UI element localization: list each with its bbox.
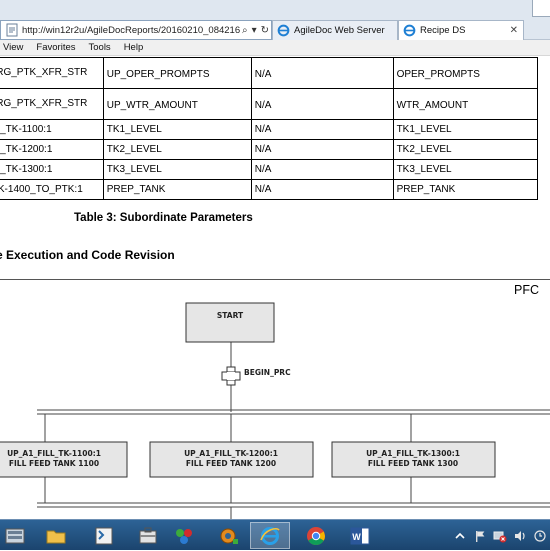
system-tray — [450, 520, 550, 551]
network-icon — [176, 528, 192, 544]
volume-icon[interactable] — [513, 529, 527, 543]
table-cell: OPER_PROMPTS — [392, 57, 539, 89]
address-text[interactable]: http://win12r2u/AgileDocReports/20160210… — [22, 25, 240, 36]
table-row: LL_TK-1200:1 TK2_LEVEL N/A TK2_LEVEL — [0, 139, 539, 160]
step-name: UP_A1_FILL_TK-1300:1 — [366, 449, 460, 458]
table-cell: LL_TK-1100:1 — [0, 119, 104, 140]
tab-recipe-ds[interactable]: Recipe DS ✕ — [398, 20, 524, 40]
browser-chrome: http://win12r2u/AgileDocReports/20160210… — [0, 0, 550, 40]
pfc-chart: START BEGIN_PRC UP_A1_FILL_TK-1100:1 FIL… — [0, 302, 550, 519]
pfc-diagram: PFC START BEGIN_PRC UP_A1_FILL_TK-1100:1… — [0, 279, 550, 519]
close-tab-icon[interactable]: ✕ — [510, 25, 518, 36]
server-manager-taskbar-button[interactable] — [0, 522, 30, 549]
table-cell: TK2_LEVEL — [102, 139, 252, 160]
step-description: FILL FEED TANK 1300 — [368, 459, 458, 468]
dropdown-icon[interactable]: ▾ — [250, 25, 259, 36]
network-app-taskbar-button[interactable] — [164, 522, 204, 549]
table-cell: HRG_PTK_XFR_STR — [0, 88, 104, 120]
transition-label: BEGIN_PRC — [244, 368, 291, 377]
table-row: LL_TK-1300:1 TK3_LEVEL N/A TK3_LEVEL — [0, 159, 539, 180]
file-explorer-taskbar-button[interactable] — [36, 522, 76, 549]
internet-explorer-icon — [260, 526, 280, 545]
tab-label: AgileDoc Web Server — [294, 25, 385, 36]
table-cell: PREP_TANK — [102, 179, 252, 200]
table-row: /TK-1400_TO_PTK:1 PREP_TANK N/A PREP_TAN… — [0, 179, 539, 200]
toolbox-icon — [139, 527, 157, 543]
step-name: UP_A1_FILL_TK-1100:1 — [7, 449, 101, 458]
refresh-icon[interactable]: ↻ — [259, 25, 271, 36]
menu-favorites[interactable]: Favorites — [36, 42, 75, 53]
word-icon: W — [350, 527, 370, 544]
menu-view[interactable]: View — [3, 42, 23, 53]
table-row: LL_TK-1100:1 TK1_LEVEL N/A TK1_LEVEL — [0, 119, 539, 140]
table-cell: TK3_LEVEL — [392, 159, 539, 180]
table-cell: WTR_AMOUNT — [392, 88, 539, 120]
table-cell: PREP_TANK — [392, 179, 539, 200]
window-button-fragment[interactable] — [532, 0, 550, 17]
server-manager-icon — [5, 528, 25, 543]
section-heading: e Execution and Code Revision — [0, 248, 175, 262]
table-cell: N/A — [250, 57, 394, 89]
table-cell: LL_TK-1300:1 — [0, 159, 104, 180]
file-manager-taskbar-button[interactable] — [128, 522, 168, 549]
table-cell: N/A — [250, 119, 394, 140]
settings-app-taskbar-button[interactable] — [208, 522, 248, 549]
address-bar[interactable]: http://win12r2u/AgileDocReports/20160210… — [0, 20, 272, 40]
table-cell: UP_OPER_PROMPTS — [102, 57, 252, 89]
taskbar: W — [0, 519, 550, 550]
subordinate-parameters-table: HRG_PTK_XFR_STR UP_OPER_PROMPTS N/A OPER… — [0, 57, 539, 200]
page-icon — [6, 23, 18, 37]
table-cell: TK3_LEVEL — [102, 159, 252, 180]
document-area[interactable]: HRG_PTK_XFR_STR UP_OPER_PROMPTS N/A OPER… — [0, 57, 550, 519]
svg-text:W: W — [352, 532, 361, 542]
command-prompt-icon — [95, 527, 113, 544]
table-cell: LL_TK-1200:1 — [0, 139, 104, 160]
gear-icon — [220, 528, 238, 544]
table-cell: N/A — [250, 88, 394, 120]
chrome-icon — [307, 526, 325, 545]
table-caption: Table 3: Subordinate Parameters — [74, 212, 253, 224]
tab-label: Recipe DS — [420, 25, 466, 36]
chrome-taskbar-button[interactable] — [296, 522, 336, 549]
chevron-up-icon[interactable] — [453, 529, 467, 543]
table-cell: /TK-1400_TO_PTK:1 — [0, 179, 104, 200]
network-error-icon[interactable] — [493, 529, 507, 543]
menu-help[interactable]: Help — [124, 42, 144, 53]
table-cell: HRG_PTK_XFR_STR — [0, 57, 104, 89]
table-cell: N/A — [250, 159, 394, 180]
command-prompt-taskbar-button[interactable] — [84, 522, 124, 549]
internet-explorer-taskbar-button[interactable] — [250, 522, 290, 549]
step-description: FILL FEED TANK 1100 — [9, 459, 99, 468]
tab-agiledoc-web-server[interactable]: AgileDoc Web Server — [272, 20, 398, 40]
table-cell: N/A — [250, 179, 394, 200]
search-icon[interactable]: ⌕ — [240, 25, 250, 36]
table-row: HRG_PTK_XFR_STR UP_WTR_AMOUNT N/A WTR_AM… — [0, 88, 539, 120]
table-cell: N/A — [250, 139, 394, 160]
table-row: HRG_PTK_XFR_STR UP_OPER_PROMPTS N/A OPER… — [0, 57, 539, 89]
start-step-label: START — [217, 311, 244, 320]
ie-tab-icon — [277, 24, 290, 37]
menu-tools[interactable]: Tools — [89, 42, 111, 53]
step-name: UP_A1_FILL_TK-1200:1 — [184, 449, 278, 458]
clock-icon[interactable] — [533, 529, 547, 543]
step-description: FILL FEED TANK 1200 — [186, 459, 276, 468]
start-step — [185, 302, 275, 343]
ie-tab-icon — [403, 24, 416, 37]
table-cell: TK2_LEVEL — [392, 139, 539, 160]
word-taskbar-button[interactable]: W — [340, 522, 380, 549]
menu-bar: View Favorites Tools Help — [0, 40, 550, 56]
flag-icon[interactable] — [473, 529, 487, 543]
table-cell: UP_WTR_AMOUNT — [102, 88, 252, 120]
table-cell: TK1_LEVEL — [102, 119, 252, 140]
table-cell: TK1_LEVEL — [392, 119, 539, 140]
folder-icon — [46, 530, 66, 543]
